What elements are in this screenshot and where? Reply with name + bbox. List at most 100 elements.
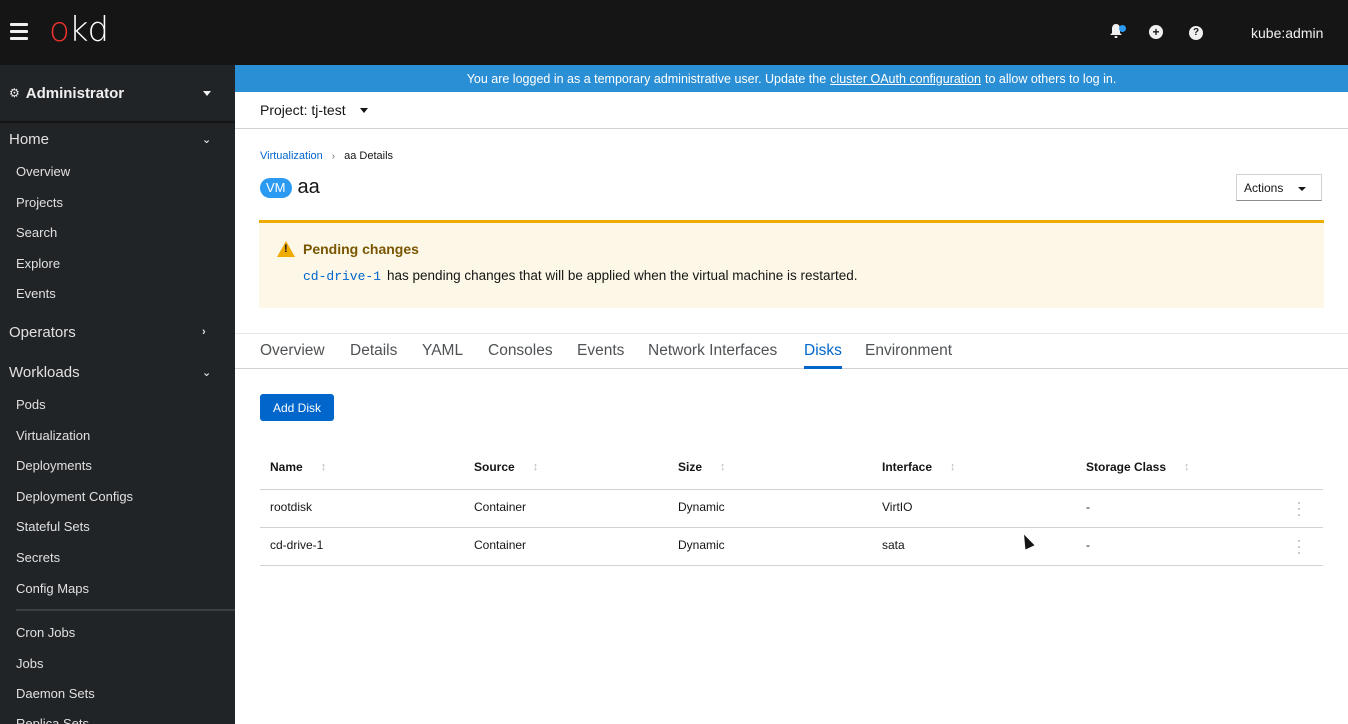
- sidebar-item-daemon-sets[interactable]: Daemon Sets: [16, 686, 95, 701]
- okd-logo[interactable]: okd: [49, 10, 109, 50]
- sidebar-item-jobs[interactable]: Jobs: [16, 656, 43, 671]
- sidebar-item-search[interactable]: Search: [16, 225, 57, 240]
- tab-network-interfaces[interactable]: Network Interfaces: [648, 342, 777, 369]
- sort-icon: ↕: [720, 461, 726, 473]
- breadcrumb-current: aa Details: [344, 150, 394, 162]
- vm-tabs: Overview Details YAML Consoles Events Ne…: [235, 333, 1348, 369]
- angle-right-icon: ›: [331, 150, 336, 162]
- perspective-switcher[interactable]: ⚙ Administrator: [0, 65, 235, 123]
- column-header-name[interactable]: Name ↕: [270, 460, 326, 474]
- disks-table: Name ↕ Source ↕ Size ↕ Interface ↕ Storage C…: [260, 446, 1323, 566]
- tab-overview[interactable]: Overview: [260, 342, 325, 369]
- cell-source: Container: [474, 538, 527, 552]
- question-circle-icon[interactable]: ?: [1189, 26, 1203, 40]
- sidebar-item-cron-jobs[interactable]: Cron Jobs: [16, 625, 75, 640]
- tab-consoles[interactable]: Consoles: [488, 342, 553, 369]
- column-header-interface[interactable]: Interface ↕: [882, 460, 956, 474]
- table-header: Name ↕ Source ↕ Size ↕ Interface ↕ Storage C…: [260, 446, 1323, 490]
- logo-kd: kd: [68, 10, 109, 50]
- sidebar-item-secrets[interactable]: Secrets: [16, 550, 60, 565]
- sidebar-item-deployments[interactable]: Deployments: [16, 458, 92, 473]
- tab-details[interactable]: Details: [350, 342, 397, 369]
- masthead: okd: [0, 0, 1348, 65]
- column-label: Name: [270, 460, 303, 474]
- actions-label: Actions: [1244, 180, 1284, 195]
- nav-section-label: Home: [9, 131, 50, 148]
- tab-disks[interactable]: Disks: [804, 342, 842, 369]
- breadcrumb-virtualization-link[interactable]: Virtualization: [260, 150, 323, 162]
- perspective-label: Administrator: [25, 84, 125, 102]
- column-label: Source: [474, 460, 515, 474]
- cogs-icon: ⚙: [9, 86, 20, 100]
- temporary-admin-banner: You are logged in as a temporary adminis…: [235, 65, 1348, 92]
- caret-down-icon: [203, 91, 211, 96]
- nav-section-workloads[interactable]: Workloads ⌄: [0, 364, 235, 388]
- plus-circle-icon[interactable]: +: [1149, 25, 1163, 39]
- sort-icon: ↕: [320, 461, 327, 473]
- nav-section-operators[interactable]: Operators ›: [0, 324, 235, 348]
- tab-environment[interactable]: Environment: [865, 342, 952, 369]
- sidebar-item-explore[interactable]: Explore: [16, 256, 60, 271]
- oauth-config-link[interactable]: cluster OAuth configuration: [830, 72, 981, 86]
- nav-section-home[interactable]: Home ⌄: [0, 131, 235, 155]
- cell-name: cd-drive-1: [270, 538, 324, 552]
- logo-o: o: [49, 10, 70, 50]
- pending-changes-alert: Pending changes cd-drive-1 has pending ch…: [259, 220, 1324, 308]
- row-actions-kebab-icon[interactable]: [1295, 540, 1303, 554]
- cell-storage-class: -: [1086, 538, 1090, 552]
- cell-source: Container: [474, 500, 527, 514]
- cell-interface: sata: [882, 538, 905, 552]
- caret-down-icon: [359, 107, 368, 113]
- alert-body: cd-drive-1 has pending changes that will …: [303, 268, 858, 284]
- pending-resource-link[interactable]: cd-drive-1: [303, 269, 381, 284]
- hamburger-menu-icon[interactable]: [10, 23, 28, 41]
- resource-badge: VM: [260, 177, 292, 198]
- column-header-storage-class[interactable]: Storage Class ↕: [1086, 460, 1190, 474]
- sidebar-item-replica-sets[interactable]: Replica Sets: [16, 716, 89, 724]
- alert-title: Pending changes: [303, 241, 419, 257]
- actions-dropdown[interactable]: Actions: [1236, 174, 1322, 201]
- nav-section-label: Operators: [9, 324, 76, 341]
- chevron-down-icon: ⌄: [202, 367, 212, 379]
- column-label: Size: [678, 460, 703, 474]
- notification-badge: [1119, 25, 1126, 32]
- tab-yaml[interactable]: YAML: [422, 342, 463, 369]
- sidebar-item-deployment-configs[interactable]: Deployment Configs: [16, 489, 133, 504]
- column-header-size[interactable]: Size ↕: [678, 460, 726, 474]
- vm-name: aa: [297, 176, 320, 198]
- column-header-source[interactable]: Source ↕: [474, 460, 538, 474]
- sidebar-item-events[interactable]: Events: [16, 286, 56, 301]
- alert-message: has pending changes that will be applied…: [387, 268, 858, 283]
- caret-down-icon: [1298, 187, 1306, 191]
- sidebar-item-pods[interactable]: Pods: [16, 397, 46, 412]
- cell-storage-class: -: [1086, 500, 1090, 514]
- banner-text: You are logged in as a temporary adminis…: [466, 71, 827, 86]
- sidebar-item-overview[interactable]: Overview: [16, 164, 70, 179]
- cell-size: Dynamic: [678, 538, 725, 552]
- user-menu[interactable]: kube:admin: [1251, 25, 1323, 41]
- sort-icon: ↕: [1184, 461, 1190, 473]
- page-title: VM aa: [260, 176, 320, 199]
- nav-divider: [16, 609, 235, 611]
- table-row: rootdisk Container Dynamic VirtIO -: [260, 490, 1323, 528]
- banner-text-end: to allow others to log in.: [984, 71, 1117, 86]
- chevron-right-icon: ›: [202, 326, 206, 338]
- sidebar-item-stateful-sets[interactable]: Stateful Sets: [16, 519, 90, 534]
- breadcrumb: Virtualization › aa Details: [260, 150, 393, 162]
- sidebar: ⚙ Administrator Home ⌄ Overview Projects…: [0, 65, 235, 724]
- chevron-down-icon: ⌄: [202, 134, 212, 146]
- table-row: cd-drive-1 Container Dynamic sata -: [260, 528, 1323, 566]
- cell-name: rootdisk: [270, 500, 313, 514]
- column-label: Interface: [882, 460, 933, 474]
- nav-section-label: Workloads: [9, 364, 80, 381]
- sort-icon: ↕: [532, 461, 539, 473]
- sidebar-item-config-maps[interactable]: Config Maps: [16, 581, 89, 596]
- row-actions-kebab-icon[interactable]: [1295, 502, 1303, 516]
- add-disk-button[interactable]: Add Disk: [260, 394, 334, 421]
- sidebar-item-virtualization[interactable]: Virtualization: [16, 428, 90, 443]
- project-label: Project: tj-test: [260, 102, 346, 118]
- sidebar-item-projects[interactable]: Projects: [16, 195, 63, 210]
- project-selector[interactable]: Project: tj-test: [260, 102, 368, 118]
- tab-events[interactable]: Events: [577, 342, 624, 369]
- warning-triangle-icon: [277, 241, 295, 257]
